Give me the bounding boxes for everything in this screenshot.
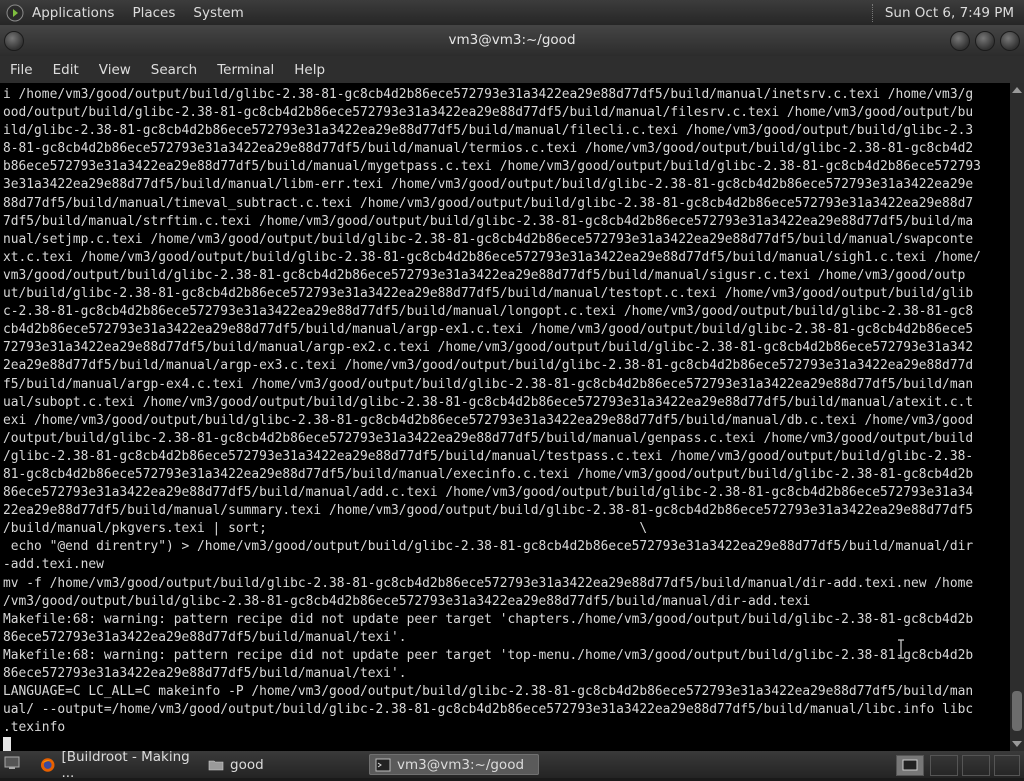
menubar: File Edit View Search Terminal Help bbox=[0, 56, 1024, 83]
taskbar-item-label: vm3@vm3:~/good bbox=[397, 756, 525, 773]
window-thumbnail-icon bbox=[902, 759, 918, 771]
menu-file[interactable]: File bbox=[10, 62, 33, 78]
folder-icon bbox=[208, 760, 224, 770]
bottom-panel: [Buildroot - Making ... good vm3@vm3:~/g… bbox=[0, 749, 1024, 781]
menu-terminal[interactable]: Terminal bbox=[217, 62, 274, 78]
terminal-line: ood/output/build/glibc-2.38-81-gc8cb4d2b… bbox=[3, 105, 974, 121]
clock[interactable]: Sun Oct 6, 7:49 PM bbox=[885, 5, 1014, 21]
workspace-4[interactable] bbox=[994, 755, 1020, 776]
terminal-line: ual/ --output=/home/vm3/good/output/buil… bbox=[3, 702, 974, 718]
menu-search[interactable]: Search bbox=[151, 62, 197, 78]
menu-edit[interactable]: Edit bbox=[53, 62, 79, 78]
terminal-line: .texinfo bbox=[3, 720, 66, 736]
terminal-line: Makefile:68: warning: pattern recipe did… bbox=[3, 647, 974, 663]
terminal-text: i /home/vm3/good/output/build/glibc-2.38… bbox=[3, 86, 981, 751]
taskbar-item-terminal[interactable]: vm3@vm3:~/good bbox=[369, 754, 539, 775]
terminal-line: cb4d2b86ece572793e31a3422ea29e88d77df5/b… bbox=[3, 322, 974, 338]
terminal-line: b86ece572793e31a3422ea29e88d77df5/build/… bbox=[3, 159, 981, 175]
terminal-line: exi /home/vm3/good/output/build/glibc-2.… bbox=[3, 412, 974, 428]
terminal-line: 8-81-gc8cb4d2b86ece572793e31a3422ea29e88… bbox=[3, 141, 974, 157]
terminal-line: 2ea29e88d77df5/build/manual/argp-ex3.c.t… bbox=[3, 358, 974, 374]
terminal-line: 22ea29e88d77df5/build/manual/summary.tex… bbox=[3, 503, 974, 519]
terminal-output[interactable]: i /home/vm3/good/output/build/glibc-2.38… bbox=[0, 83, 1010, 751]
terminal-line: 72793e31a3422ea29e88d77df5/build/manual/… bbox=[3, 340, 974, 356]
applications-icon[interactable] bbox=[6, 4, 24, 22]
terminal-line: echo "@end direntry") > /home/vm3/good/o… bbox=[3, 539, 974, 555]
terminal-line: vm3/good/output/build/glibc-2.38-81-gc8c… bbox=[3, 267, 966, 283]
window-titlebar[interactable]: vm3@vm3:~/good bbox=[0, 25, 1024, 56]
terminal-line: /output/build/glibc-2.38-81-gc8cb4d2b86e… bbox=[3, 430, 974, 446]
menu-help[interactable]: Help bbox=[294, 62, 325, 78]
terminal-icon bbox=[375, 758, 391, 771]
menu-applications[interactable]: Applications bbox=[32, 5, 114, 21]
maximize-button[interactable] bbox=[975, 31, 995, 51]
terminal-line: ual/subopt.c.texi /home/vm3/good/output/… bbox=[3, 394, 974, 410]
terminal-line: xt.c.texi /home/vm3/good/output/build/gl… bbox=[3, 249, 981, 265]
taskbar-item-label: good bbox=[230, 756, 264, 773]
terminal-line: 88d77df5/build/manual/timeval_subtract.c… bbox=[3, 195, 974, 211]
workspace-1[interactable] bbox=[896, 755, 924, 776]
panel-separator bbox=[871, 3, 881, 22]
terminal-line: ild/glibc-2.38-81-gc8cb4d2b86ece572793e3… bbox=[3, 123, 974, 139]
terminal-line: 86ece572793e31a3422ea29e88d77df5/build/m… bbox=[3, 629, 407, 645]
workspace-2[interactable] bbox=[930, 755, 958, 776]
terminal-line: LANGUAGE=C LC_ALL=C makeinfo -P /home/vm… bbox=[3, 684, 974, 700]
terminal-line: /glibc-2.38-81-gc8cb4d2b86ece572793e31a3… bbox=[3, 448, 974, 464]
terminal-line: 86ece572793e31a3422ea29e88d77df5/build/m… bbox=[3, 666, 407, 681]
scrollbar-thumb[interactable] bbox=[1012, 691, 1022, 731]
terminal-line: 86ece572793e31a3422ea29e88d77df5/build/m… bbox=[3, 485, 974, 501]
terminal-line: f5/build/manual/argp-ex4.c.texi /home/vm… bbox=[3, 376, 974, 392]
terminal-line: c-2.38-81-gc8cb4d2b86ece572793e31a3422ea… bbox=[3, 304, 974, 320]
firefox-icon bbox=[40, 757, 55, 772]
minimize-button[interactable] bbox=[950, 31, 970, 51]
close-button[interactable] bbox=[1000, 31, 1020, 51]
terminal-scrollbar[interactable] bbox=[1010, 83, 1024, 751]
terminal-line: mv -f /home/vm3/good/output/build/glibc-… bbox=[3, 575, 974, 591]
scroll-down-arrow-icon[interactable] bbox=[1012, 741, 1022, 747]
workspace-3[interactable] bbox=[962, 755, 990, 776]
menu-system[interactable]: System bbox=[193, 5, 243, 21]
taskbar-item-folder[interactable]: good bbox=[202, 754, 342, 775]
top-panel: Applications Places System Sun Oct 6, 7:… bbox=[0, 0, 1024, 25]
scroll-up-arrow-icon[interactable] bbox=[1012, 87, 1022, 93]
terminal-line: /build/manual/pkgvers.texi | sort; \ bbox=[3, 521, 648, 537]
menu-places[interactable]: Places bbox=[132, 5, 175, 21]
terminal-line: i /home/vm3/good/output/build/glibc-2.38… bbox=[3, 87, 974, 102]
top-menus: Applications Places System bbox=[6, 0, 262, 25]
terminal-line: nual/setjmp.c.texi /home/vm3/good/output… bbox=[3, 231, 974, 247]
show-desktop-icon[interactable] bbox=[4, 756, 20, 770]
terminal-line: -add.texi.new bbox=[3, 557, 104, 573]
menu-view[interactable]: View bbox=[99, 62, 131, 78]
terminal-line: /vm3/good/output/build/glibc-2.38-81-gc8… bbox=[3, 593, 811, 609]
taskbar-item-label: [Buildroot - Making ... bbox=[61, 748, 190, 781]
terminal-line: 81-gc8cb4d2b86ece572793e31a3422ea29e88d7… bbox=[3, 466, 974, 482]
terminal-line: Makefile:68: warning: pattern recipe did… bbox=[3, 611, 974, 627]
mouse-ibeam-cursor-icon bbox=[898, 639, 904, 659]
top-panel-right: Sun Oct 6, 7:49 PM bbox=[871, 0, 1024, 25]
terminal-line: 7df5/build/manual/strftim.c.texi /home/v… bbox=[3, 213, 974, 229]
terminal-line: ut/build/glibc-2.38-81-gc8cb4d2b86ece572… bbox=[3, 286, 974, 302]
taskbar-item-browser[interactable]: [Buildroot - Making ... bbox=[34, 749, 202, 781]
window-title: vm3@vm3:~/good bbox=[448, 32, 576, 48]
terminal-line: 3e31a3422ea29e88d77df5/build/manual/libm… bbox=[3, 177, 974, 193]
text-cursor bbox=[3, 737, 11, 751]
